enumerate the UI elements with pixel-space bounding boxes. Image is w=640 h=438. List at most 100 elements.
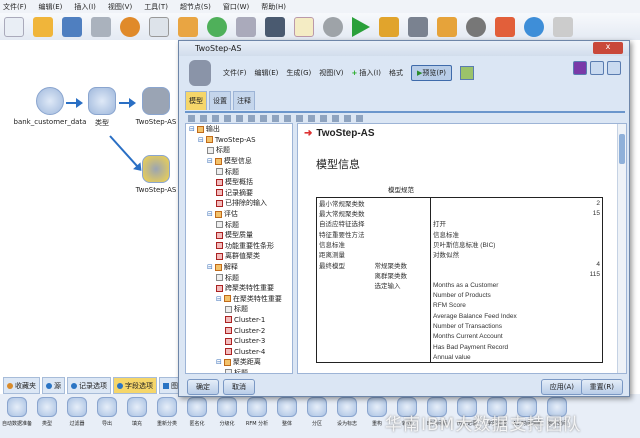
tree-item[interactable]: 标题 (186, 272, 292, 283)
close-button[interactable]: x (593, 42, 623, 54)
tree-item[interactable]: 跨聚类特性重要 (186, 283, 292, 294)
annotation-icon[interactable] (495, 16, 515, 37)
star-icon[interactable] (437, 16, 457, 37)
binoculars-icon[interactable] (265, 16, 285, 37)
menu-file[interactable]: 文件(F) (3, 2, 27, 12)
dialog-menu-edit[interactable]: 编辑(E) (255, 68, 279, 78)
arrow-left-icon[interactable] (260, 114, 267, 122)
expand-icon[interactable] (284, 114, 291, 122)
tree-item[interactable]: 标题 (186, 368, 292, 373)
refresh-icon[interactable] (224, 114, 231, 122)
print-icon[interactable] (91, 16, 111, 37)
tree-item[interactable]: Cluster-4 (186, 346, 292, 357)
pivot-icon[interactable] (344, 114, 351, 122)
reset-button[interactable]: 重置(R) (580, 379, 623, 395)
menu-help[interactable]: 帮助(H) (261, 2, 286, 12)
palette-node[interactable]: 分级化 (212, 394, 242, 438)
collapse-icon[interactable] (296, 114, 303, 122)
collapse-icon[interactable]: ⊟ (207, 157, 213, 165)
palette-node[interactable]: 设为标志 (332, 394, 362, 438)
show-icon[interactable] (308, 114, 315, 122)
apply-button[interactable]: 应用(A) (540, 379, 583, 395)
tree-item[interactable]: ⊟ 聚类距离 (186, 357, 292, 368)
palette-node[interactable]: 填充 (122, 394, 152, 438)
dialog-menu-generate[interactable]: 生成(G) (286, 68, 311, 78)
tree-item[interactable]: ⊟ 模型信息 (186, 156, 292, 167)
paste-icon[interactable] (178, 16, 198, 37)
palette-node[interactable]: 整体 (272, 394, 302, 438)
tree-item[interactable]: 标题 (186, 166, 292, 177)
insert-icon[interactable] (332, 114, 339, 122)
tab-annotations[interactable]: 注释 (233, 91, 255, 110)
menu-tools[interactable]: 工具(T) (144, 2, 168, 12)
collapse-icon[interactable]: ⊟ (189, 125, 195, 133)
vertical-scrollbar[interactable] (617, 124, 626, 373)
arrow-right-icon[interactable] (272, 114, 279, 122)
dialog-titlebar[interactable]: TwoStep-AS x (179, 41, 629, 56)
promote-icon[interactable] (236, 114, 243, 122)
print-icon[interactable] (200, 114, 207, 122)
edit-icon[interactable] (294, 16, 314, 37)
palette-node[interactable]: RFM 分析 (242, 394, 272, 438)
dialog-menu-format[interactable]: 格式 (389, 68, 403, 78)
minimize-button[interactable] (590, 61, 604, 75)
palette-tab-sources[interactable]: 源 (42, 377, 65, 394)
save-icon[interactable] (188, 114, 195, 122)
palette-node[interactable]: 导出 (92, 394, 122, 438)
new-icon[interactable] (4, 16, 24, 37)
tree-item[interactable]: 已排除的输入 (186, 198, 292, 209)
help-icon[interactable] (553, 16, 573, 37)
tree-item[interactable]: 模型质量 (186, 230, 292, 241)
palette-node[interactable]: 重新分类 (152, 394, 182, 438)
tree-item[interactable]: 标题 (186, 304, 292, 315)
tree-item[interactable]: ⊟ 输出 (186, 124, 292, 135)
tree-item[interactable]: 记录摘要 (186, 188, 292, 199)
supernode-icon[interactable] (379, 16, 399, 37)
menu-window[interactable]: 窗口(W) (223, 2, 249, 12)
tree-item[interactable]: ⊟ TwoStep-AS (186, 135, 292, 146)
open-icon[interactable] (33, 16, 53, 37)
demote-icon[interactable] (248, 114, 255, 122)
palette-node[interactable]: 匿名化 (182, 394, 212, 438)
help-button[interactable] (573, 61, 587, 75)
palette-node[interactable]: 自动数据准备 (2, 394, 32, 438)
collapse-icon[interactable]: ⊟ (216, 295, 222, 303)
save-icon[interactable] (62, 16, 82, 37)
dialog-menu-view[interactable]: 视图(V) (319, 68, 343, 78)
star-gray-icon[interactable] (466, 16, 486, 37)
dialog-menu-insert[interactable]: + 插入(I) (352, 68, 381, 78)
cut-icon[interactable] (120, 16, 140, 37)
cancel-button[interactable]: 取消 (223, 379, 255, 395)
tree-item[interactable]: 标题 (186, 219, 292, 230)
tree-item[interactable]: Cluster-3 (186, 336, 292, 347)
palette-node[interactable]: 分区 (302, 394, 332, 438)
stop-icon[interactable] (323, 16, 343, 37)
collapse-icon[interactable]: ⊟ (216, 358, 222, 366)
palette-tab-field-ops[interactable]: 字段选项 (113, 377, 157, 394)
tree-item[interactable]: Cluster-1 (186, 315, 292, 326)
collapse-icon[interactable]: ⊟ (207, 210, 213, 218)
tree-item[interactable]: ⊟ 评估 (186, 209, 292, 220)
collapse-icon[interactable]: ⊟ (198, 136, 204, 144)
palette-node[interactable]: 类型 (32, 394, 62, 438)
export-icon[interactable] (212, 114, 219, 122)
preview-button[interactable]: ▶预览(P) (410, 65, 453, 81)
menu-edit[interactable]: 编辑(E) (39, 2, 63, 12)
hide-icon[interactable] (320, 114, 327, 122)
chart-icon[interactable] (356, 114, 363, 122)
menu-insert[interactable]: 插入(I) (74, 2, 96, 12)
globe-icon[interactable] (524, 16, 544, 37)
copy-icon[interactable] (149, 16, 169, 37)
dialog-menu-file[interactable]: 文件(F) (223, 68, 247, 78)
ok-button[interactable]: 确定 (187, 379, 219, 395)
tree-item[interactable]: 模型概括 (186, 177, 292, 188)
collapse-icon[interactable]: ⊟ (207, 263, 213, 271)
menu-supernode[interactable]: 超节点(S) (180, 2, 211, 12)
output-tree[interactable]: ⊟ 输出 ⊟ TwoStep-AS 标题 ⊟ 模型信息 标题 模型概括 记录摘要 已排除的输入 ⊟ 评估… (185, 123, 293, 374)
zoom-in-icon[interactable] (408, 16, 428, 37)
undo-icon[interactable] (207, 16, 227, 37)
tree-item[interactable]: ⊟ 在聚类特性重要 (186, 294, 292, 305)
tree-item[interactable]: 功能重要性条形 (186, 241, 292, 252)
tab-settings[interactable]: 设置 (209, 91, 231, 110)
tab-model[interactable]: 模型 (185, 91, 207, 110)
